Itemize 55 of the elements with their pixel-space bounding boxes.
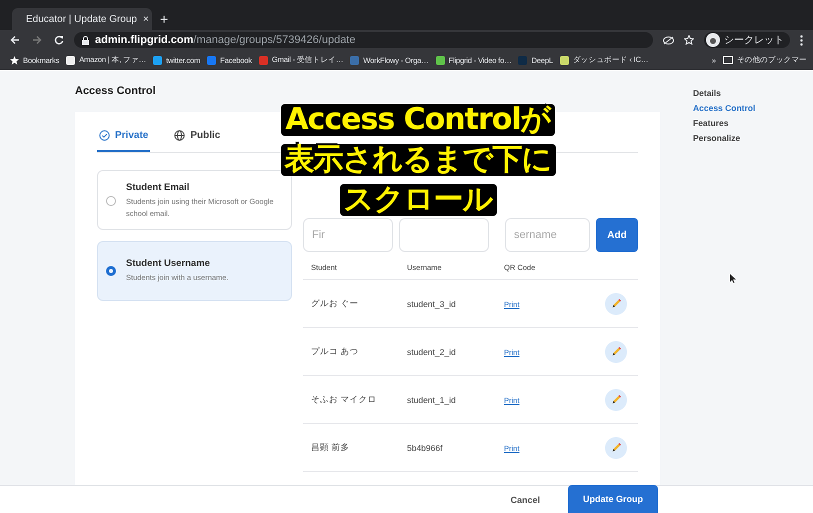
globe-icon bbox=[174, 130, 186, 141]
reload-icon[interactable] bbox=[54, 35, 64, 45]
star-icon[interactable] bbox=[684, 35, 694, 45]
edit-button[interactable] bbox=[605, 292, 627, 314]
edit-button[interactable] bbox=[605, 436, 627, 458]
input-field[interactable]: Fir bbox=[303, 218, 393, 252]
access-tab[interactable]: Private bbox=[97, 128, 150, 152]
incognito-profile-button[interactable]: シークレット bbox=[704, 32, 790, 48]
pencil-icon bbox=[611, 298, 621, 310]
caption-text: スクロール bbox=[340, 184, 496, 216]
update-group-button[interactable]: Update Group bbox=[568, 485, 658, 513]
caption-text: 表示されるまで下に bbox=[280, 144, 556, 176]
pencil-icon bbox=[611, 346, 621, 358]
check-circle-icon bbox=[99, 130, 110, 141]
username-text: 5b4b966f bbox=[407, 442, 442, 452]
back-icon[interactable] bbox=[10, 35, 20, 45]
option-title: Student Username bbox=[126, 258, 211, 269]
folder-icon bbox=[722, 56, 733, 64]
edit-button[interactable] bbox=[605, 340, 627, 362]
tab-title: Educator | Update Group bbox=[26, 14, 137, 24]
eye-off-icon[interactable] bbox=[663, 36, 674, 44]
add-button[interactable]: Add bbox=[596, 218, 638, 252]
username-text: student_2_id bbox=[407, 346, 456, 356]
student-name: 昌顕 前多 bbox=[311, 442, 350, 452]
input-field[interactable]: sername bbox=[505, 218, 590, 252]
section-title: Access Control bbox=[75, 84, 157, 99]
input-field[interactable] bbox=[399, 218, 489, 252]
username-text: student_3_id bbox=[407, 298, 456, 308]
sidebar-link[interactable]: Details bbox=[693, 88, 756, 98]
access-tab[interactable]: Public bbox=[172, 128, 222, 152]
option-title: Student Email bbox=[126, 182, 190, 193]
sidebar-link[interactable]: Access Control bbox=[693, 103, 756, 113]
student-name: そふお マイクロ bbox=[311, 394, 376, 404]
lock-icon bbox=[82, 36, 89, 44]
address-bar[interactable]: admin.flipgrid.com/manage/groups/5739426/update bbox=[74, 32, 653, 48]
radio-button[interactable] bbox=[106, 196, 116, 206]
pencil-icon bbox=[611, 442, 621, 454]
username-text: student_1_id bbox=[407, 394, 456, 404]
mouse-cursor-icon bbox=[730, 274, 736, 283]
url-text: admin.flipgrid.com/manage/groups/5739426/update bbox=[95, 34, 356, 46]
cancel-button[interactable]: Cancel bbox=[504, 494, 546, 506]
close-tab-button[interactable]: × bbox=[143, 14, 149, 24]
menu-icon[interactable] bbox=[800, 34, 803, 46]
caption-text: Access Controlが bbox=[281, 104, 555, 136]
browser-tab[interactable]: Educator | Update Group × bbox=[12, 8, 152, 30]
pencil-icon bbox=[611, 394, 621, 406]
sidebar-link[interactable]: Features bbox=[693, 118, 756, 128]
radio-button[interactable] bbox=[106, 266, 116, 276]
student-name: グルお ぐー bbox=[311, 298, 358, 308]
incognito-icon bbox=[706, 33, 720, 47]
forward-icon[interactable] bbox=[32, 35, 42, 45]
sidebar-link[interactable]: Personalize bbox=[693, 133, 756, 143]
edit-button[interactable] bbox=[605, 388, 627, 410]
new-tab-button[interactable]: + bbox=[160, 11, 168, 27]
student-name: プルコ あつ bbox=[311, 346, 358, 356]
